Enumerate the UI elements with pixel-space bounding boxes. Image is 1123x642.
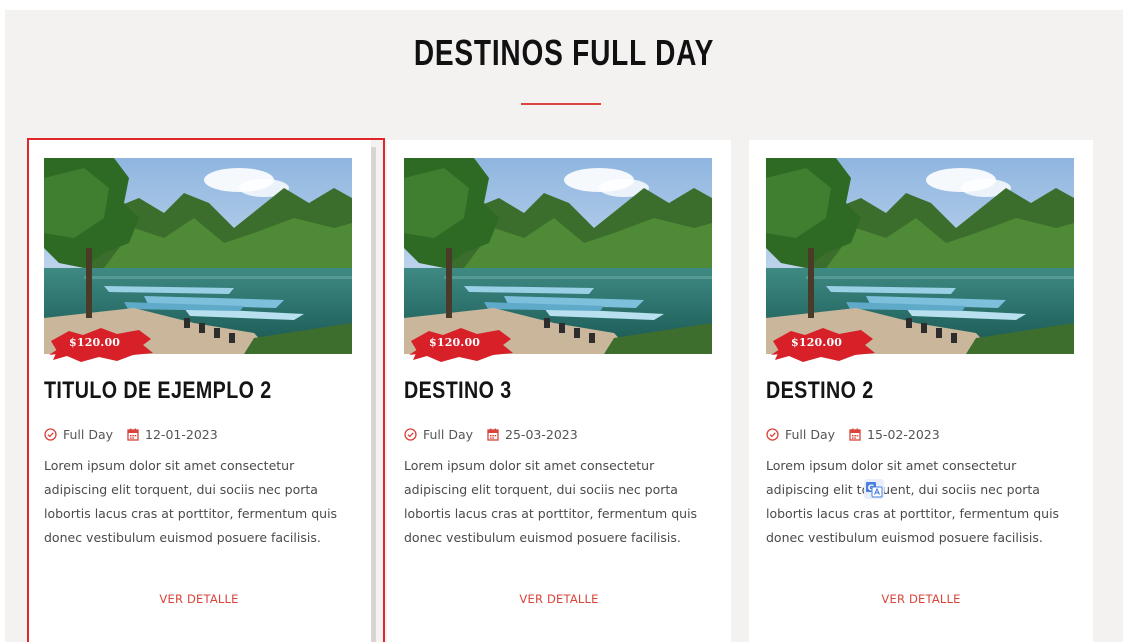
calendar-icon [127,428,139,441]
card-meta: Full Day 15-02-2023 [766,425,940,443]
category-label: Full Day [423,426,474,442]
destination-card[interactable]: $120.00 DESTINO 3 Full Day 25-03-2023 Lo… [387,140,731,642]
calendar-icon [849,428,861,441]
date-label: 25-03-2023 [505,426,578,442]
title-divider [521,103,601,105]
price-badge: $120.00 [407,325,517,363]
card-description: Lorem ipsum dolor sit amet consectetur a… [44,458,338,545]
card-meta: Full Day 25-03-2023 [404,425,578,443]
card-title[interactable]: TITULO DE EJEMPLO 2 [44,377,272,405]
category-label: Full Day [785,426,836,442]
date-label: 15-02-2023 [867,426,940,442]
check-circle-icon [44,427,57,441]
card-title[interactable]: DESTINO 3 [404,377,512,405]
card-description: Lorem ipsum dolor sit amet consectetur a… [404,458,698,545]
price-badge: $120.00 [47,325,157,363]
destination-card[interactable]: $120.00 TITULO DE EJEMPLO 2 Full Day 12- [27,140,371,642]
check-circle-icon [404,427,417,441]
card-title[interactable]: DESTINO 2 [766,377,874,405]
view-detail-link[interactable]: VER DETALLE [27,592,371,606]
destination-card[interactable]: $120.00 DESTINO 2 Full Day 15-02-2023 Lo… [749,140,1093,642]
price-badge: $120.00 [769,325,879,363]
check-circle-icon [766,427,779,441]
card-meta: Full Day 12-01-2023 [44,425,218,443]
view-detail-link[interactable]: VER DETALLE [387,592,731,606]
section-title: DESTINOS FULL DAY [413,32,715,73]
price-label: $120.00 [791,336,843,349]
price-label: $120.00 [429,336,481,349]
calendar-icon [487,428,499,441]
translate-icon[interactable]: G [864,479,884,499]
view-detail-link[interactable]: VER DETALLE [749,592,1093,606]
date-label: 12-01-2023 [145,426,218,442]
price-label: $120.00 [69,336,121,349]
category-label: Full Day [63,426,114,442]
card-description: Lorem ipsum dolor sit amet consectetur a… [766,458,1060,545]
